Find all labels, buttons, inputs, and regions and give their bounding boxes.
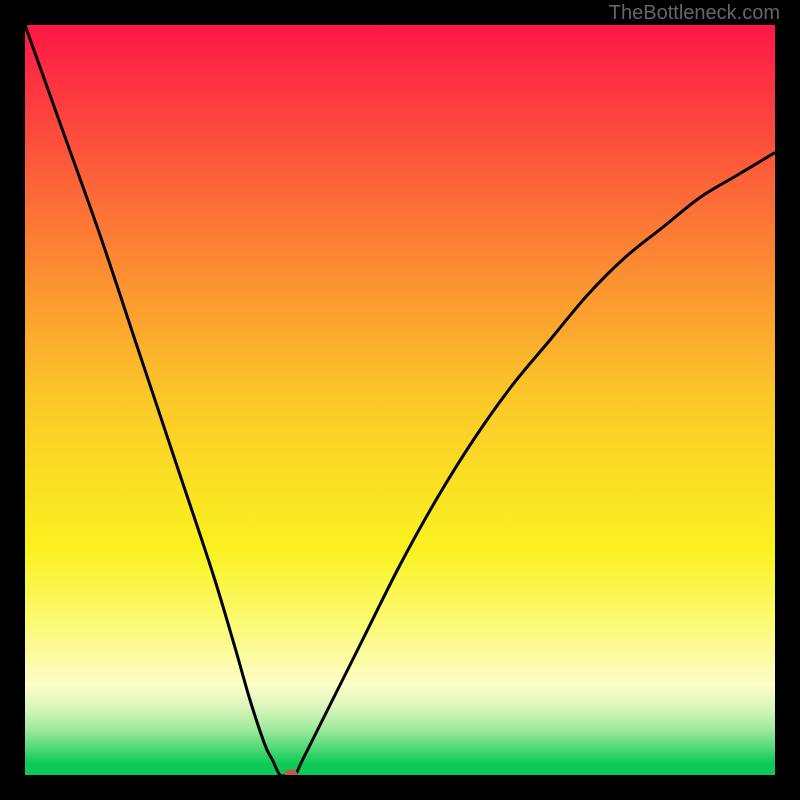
bottleneck-curve	[25, 25, 775, 775]
plot-area	[25, 25, 775, 775]
watermark-text: TheBottleneck.com	[609, 2, 780, 25]
chart-frame: TheBottleneck.com	[0, 0, 800, 800]
optimal-point-marker	[285, 770, 298, 776]
